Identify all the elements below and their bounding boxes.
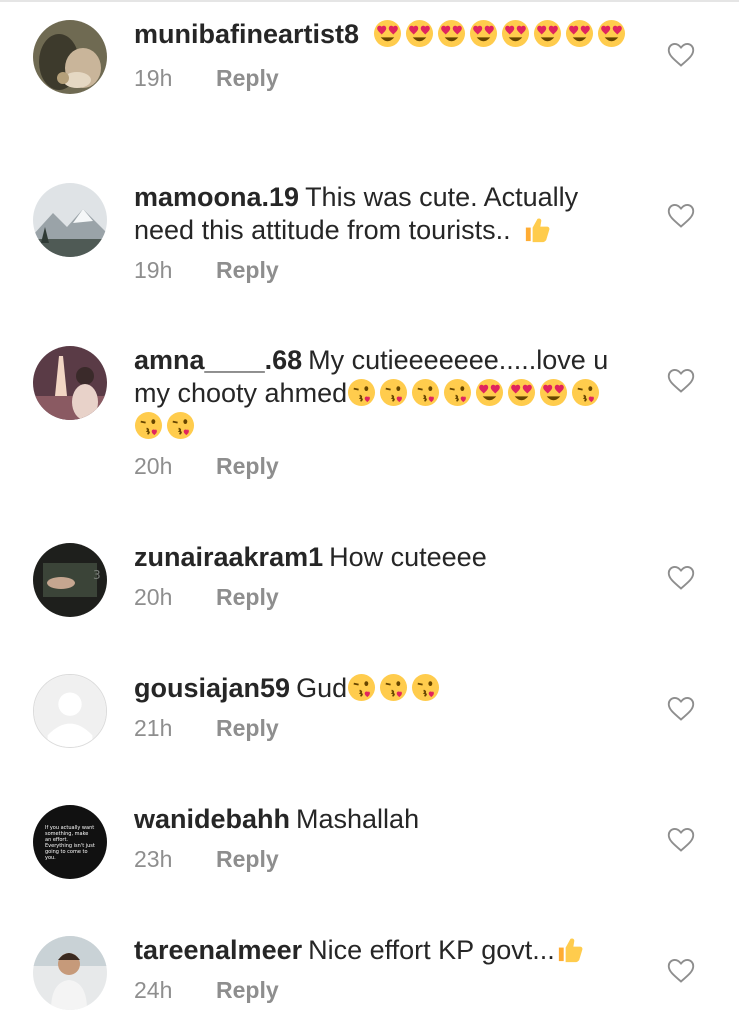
heart-outline-icon[interactable] [667,696,695,722]
kissing-emoji-icon [380,378,408,407]
heart-eyes-emoji-icon [373,19,401,48]
reply-button[interactable]: Reply [216,846,279,872]
heart-outline-icon[interactable] [667,827,695,853]
avatar[interactable]: If you actually want something, make an … [33,805,107,879]
reply-button[interactable]: Reply [216,453,279,479]
heart-eyes-emoji-icon [508,378,536,407]
heart-eyes-emoji-icon [565,19,593,48]
thumbs-up-emoji-icon [558,938,583,963]
avatar[interactable] [33,936,107,1010]
reply-button[interactable]: Reply [216,257,279,283]
heart-eyes-emoji-icon [469,19,497,48]
heart-eyes-emoji-icon [540,378,568,407]
comment-timestamp: 24h [134,977,173,1003]
reply-button[interactable]: Reply [216,584,279,610]
heart-eyes-emoji-icon [405,19,433,48]
kissing-emoji-icon [380,673,408,702]
avatar[interactable]: 3 [33,543,107,617]
kissing-emoji-icon [166,411,195,440]
reply-button[interactable]: Reply [216,715,279,741]
kissing-emoji-icon [572,378,600,407]
heart-eyes-emoji-icon [476,378,504,407]
heart-outline-icon[interactable] [667,368,695,394]
heart-outline-icon[interactable] [667,203,695,229]
comment-text: How cuteeee [329,542,487,572]
comment-username[interactable]: amna____.68 [134,345,302,375]
comment-text: Mashallah [296,804,420,834]
kissing-emoji-icon [348,378,376,407]
comments-list: munibafineartist8 19h Reply mamoona.19 Thi… [0,0,739,1024]
comment-text: Nice effort KP govt... [308,935,555,965]
emoji-group [365,19,629,49]
avatar-quote-text: If you actually want something, make an … [45,825,95,861]
comment-timestamp: 23h [134,846,173,872]
comment-username[interactable]: gousiajan59 [134,673,290,703]
emoji-group [347,673,443,703]
heart-eyes-emoji-icon [501,19,529,48]
heart-outline-icon[interactable] [667,565,695,591]
comment-timestamp: 19h [134,65,173,91]
comment-username[interactable]: zunairaakram1 [134,542,323,572]
comment-username[interactable]: mamoona.19 [134,182,299,212]
divider [0,0,739,2]
comment-timestamp: 20h [134,453,173,479]
heart-eyes-emoji-icon [533,19,561,48]
avatar[interactable] [33,20,107,94]
reply-button[interactable]: Reply [216,977,279,1003]
heart-outline-icon[interactable] [667,42,695,68]
avatar[interactable] [33,183,107,257]
kissing-emoji-icon [412,673,440,702]
comment-text: Gud [296,673,348,703]
comment-timestamp: 20h [134,584,173,610]
kissing-emoji-icon [134,411,163,440]
comment-username[interactable]: munibafineartist8 [134,19,359,49]
kissing-emoji-icon [412,378,440,407]
default-avatar-icon [34,675,106,747]
comment-username[interactable]: wanidebahh [134,804,290,834]
comment-username[interactable]: tareenalmeer [134,935,302,965]
comment-timestamp: 19h [134,257,173,283]
heart-outline-icon[interactable] [667,958,695,984]
avatar[interactable] [33,674,107,748]
thumbs-up-emoji-icon [526,218,550,243]
comment-timestamp: 21h [134,715,173,741]
avatar[interactable] [33,346,107,420]
reply-button[interactable]: Reply [216,65,279,91]
heart-eyes-emoji-icon [597,19,625,48]
kissing-emoji-icon [348,673,376,702]
svg-text:3: 3 [93,568,101,582]
heart-eyes-emoji-icon [437,19,465,48]
kissing-emoji-icon [444,378,472,407]
